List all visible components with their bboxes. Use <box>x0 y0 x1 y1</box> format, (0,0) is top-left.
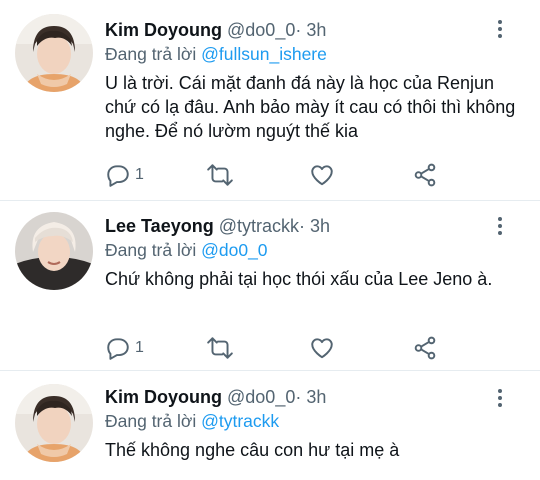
tweet[interactable]: Kim Doyoung @do0_0· 3h Đang trả lời @ful… <box>0 0 540 201</box>
retweet-icon <box>207 164 233 186</box>
mention-link[interactable]: @do0_0 <box>201 240 267 260</box>
timestamp[interactable]: 3h <box>310 216 330 236</box>
tweet-header: Kim Doyoung @do0_0· 3h <box>105 19 526 41</box>
user-handle[interactable]: @do0_0 <box>227 387 295 407</box>
mention-link[interactable]: @fullsun_ishere <box>201 44 327 64</box>
separator-dot: · <box>299 216 305 236</box>
replying-to: Đang trả lời @fullsun_ishere <box>105 43 526 65</box>
display-name[interactable]: Kim Doyoung <box>105 20 222 40</box>
like-button[interactable] <box>309 162 335 188</box>
tweet-actions: 1 <box>105 335 445 361</box>
share-icon <box>414 336 436 360</box>
tweet-text: U là trời. Cái mặt đanh đá này là học củ… <box>105 73 516 141</box>
tweet-header: Lee Taeyong @tytrackk· 3h <box>105 215 526 237</box>
user-handle[interactable]: @tytrackk <box>219 216 299 236</box>
reply-icon <box>107 165 129 187</box>
replying-to-label: Đang trả lời <box>105 44 197 64</box>
tweet[interactable]: Lee Taeyong @tytrackk· 3h Đang trả lời @… <box>0 201 540 371</box>
tweet-header: Kim Doyoung @do0_0· 3h <box>105 386 526 408</box>
timestamp[interactable]: 3h <box>306 387 326 407</box>
replying-to: Đang trả lời @tytrackk <box>105 410 526 432</box>
display-name[interactable]: Lee Taeyong <box>105 216 214 236</box>
tweet-text: Chứ không phải tại học thói xấu của Lee … <box>105 269 493 289</box>
avatar[interactable] <box>15 212 93 290</box>
tweet-body: Kim Doyoung @do0_0· 3h Đang trả lời @tyt… <box>105 386 526 462</box>
reply-button[interactable]: 1 <box>105 162 144 188</box>
replying-to: Đang trả lời @do0_0 <box>105 239 526 261</box>
separator-dot: · <box>295 20 302 40</box>
tweet-feed: Kim Doyoung @do0_0· 3h Đang trả lời @ful… <box>0 0 540 480</box>
avatar[interactable] <box>15 14 93 92</box>
share-button[interactable] <box>412 335 438 361</box>
timestamp[interactable]: 3h <box>306 20 326 40</box>
retweet-icon <box>207 337 233 359</box>
tweet[interactable]: Kim Doyoung @do0_0· 3h Đang trả lời @tyt… <box>0 371 540 480</box>
tweet-body: Kim Doyoung @do0_0· 3h Đang trả lời @ful… <box>105 19 526 143</box>
retweet-button[interactable] <box>206 335 234 361</box>
display-name[interactable]: Kim Doyoung <box>105 387 222 407</box>
replying-to-label: Đang trả lời <box>105 240 197 260</box>
avatar[interactable] <box>15 384 93 462</box>
mention-link[interactable]: @tytrackk <box>201 411 279 431</box>
retweet-button[interactable] <box>206 162 234 188</box>
tweet-text: Thế không nghe câu con hư tại mẹ à <box>105 440 400 460</box>
reply-button[interactable]: 1 <box>105 335 144 361</box>
share-button[interactable] <box>412 162 438 188</box>
separator-dot: · <box>295 387 302 407</box>
reply-icon <box>107 338 129 360</box>
reply-count: 1 <box>135 166 144 183</box>
replying-to-label: Đang trả lời <box>105 411 197 431</box>
share-icon <box>414 163 436 187</box>
user-handle[interactable]: @do0_0 <box>227 20 295 40</box>
like-button[interactable] <box>309 335 335 361</box>
tweet-actions: 1 <box>105 162 445 188</box>
heart-icon <box>311 338 333 359</box>
tweet-body: Lee Taeyong @tytrackk· 3h Đang trả lời @… <box>105 215 526 291</box>
reply-count: 1 <box>135 339 144 356</box>
heart-icon <box>311 165 333 186</box>
